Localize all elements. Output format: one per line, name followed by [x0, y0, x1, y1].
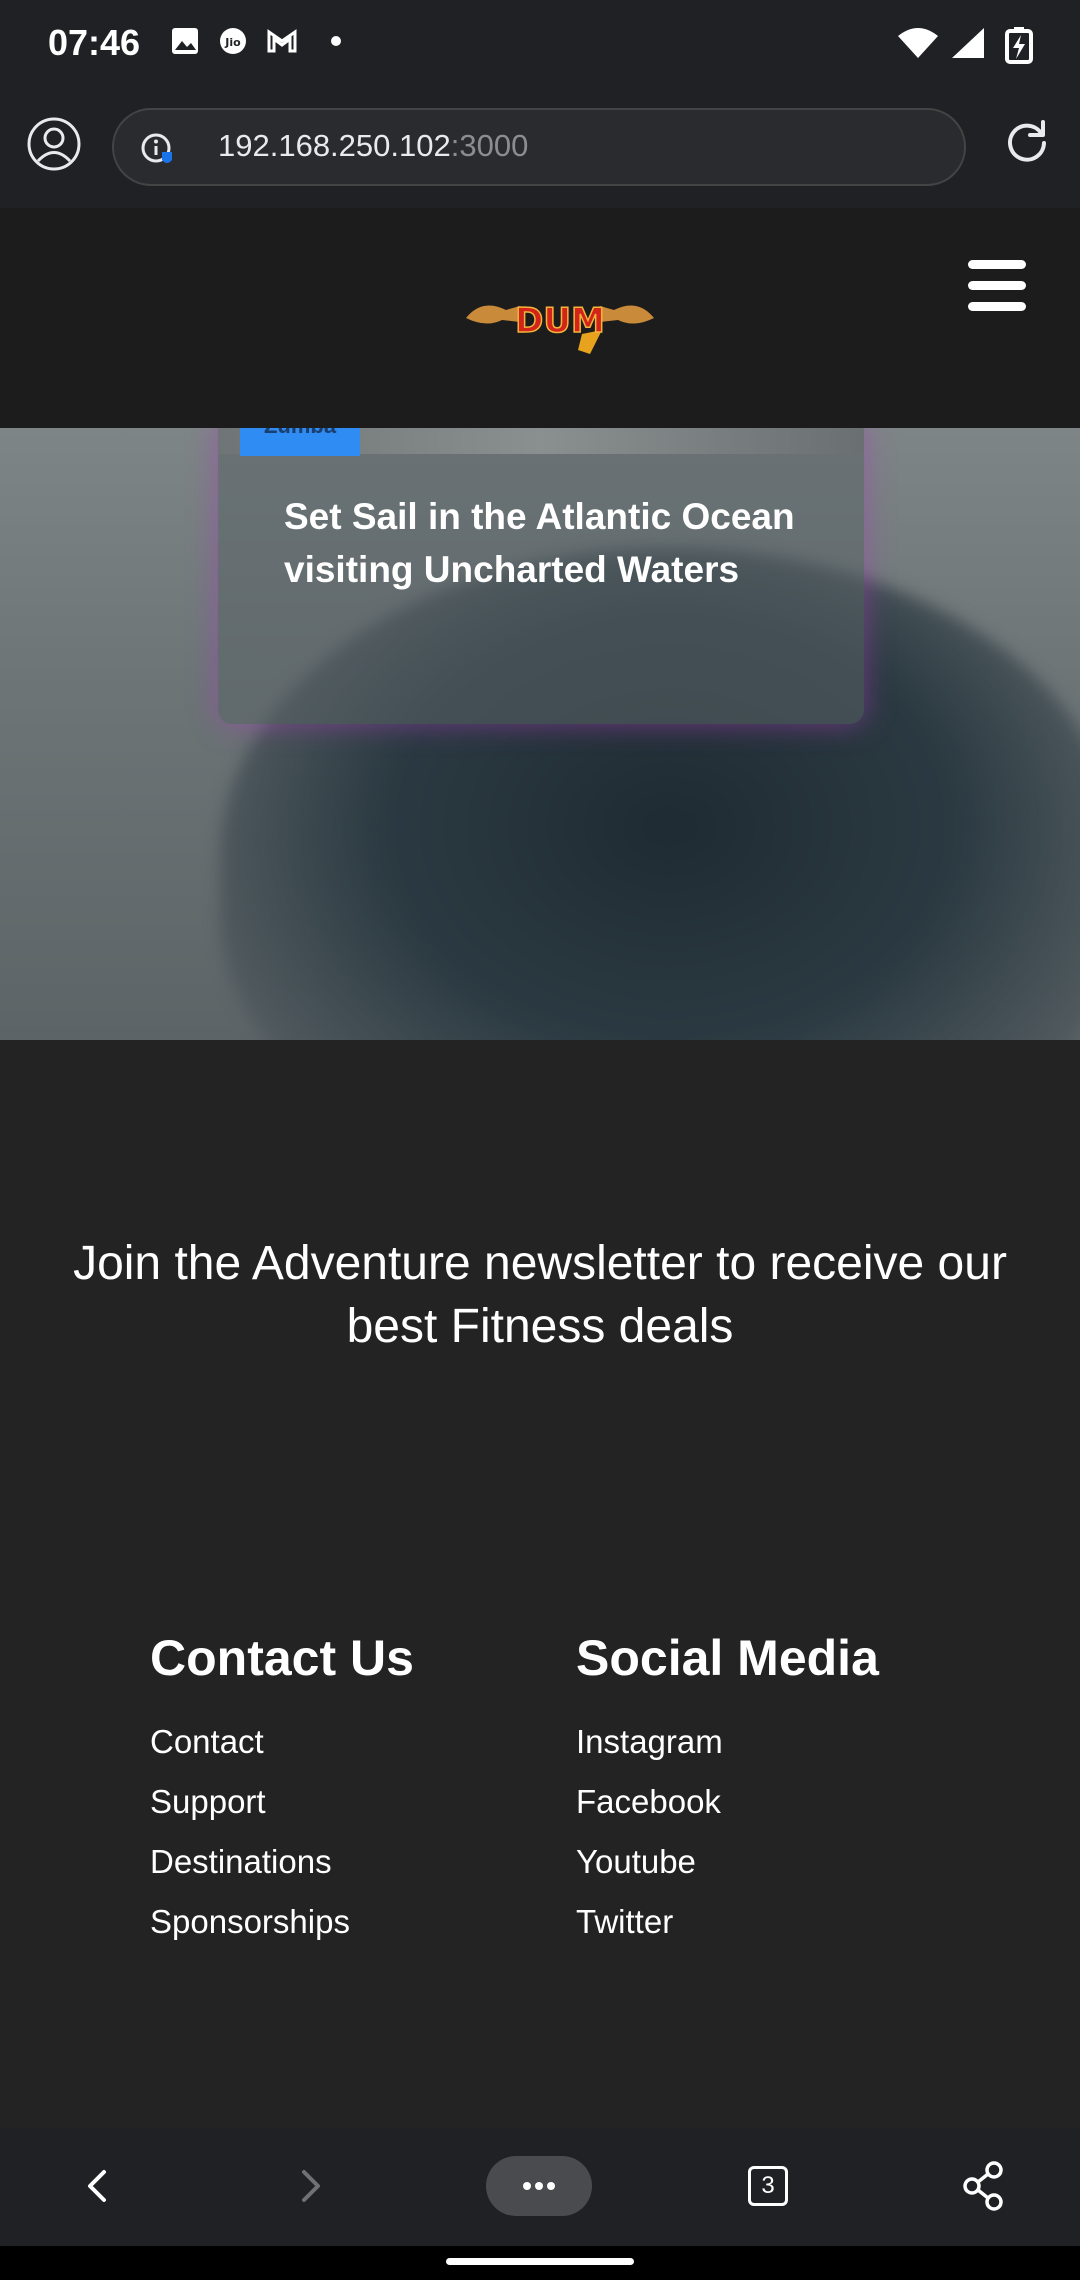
- battery-charging-icon: [1005, 27, 1033, 64]
- hamburger-line: [968, 281, 1026, 290]
- card-category-tag[interactable]: Zumba: [240, 428, 360, 456]
- gesture-handle[interactable]: [446, 2258, 634, 2265]
- forward-icon[interactable]: [292, 2156, 332, 2216]
- footer-link-youtube[interactable]: Youtube: [576, 1832, 879, 1892]
- share-icon[interactable]: [958, 2156, 1010, 2216]
- jio-icon: Jio: [220, 28, 246, 54]
- url-port: :3000: [450, 128, 529, 163]
- footer-link-twitter[interactable]: Twitter: [576, 1892, 879, 1952]
- address-bar[interactable]: 192.168.250.102:3000: [112, 108, 966, 186]
- wifi-icon: [898, 28, 938, 58]
- hamburger-line: [968, 302, 1026, 311]
- footer-contact: Contact Us Contact Support Destinations …: [150, 1628, 414, 1952]
- hamburger-line: [968, 260, 1026, 269]
- url-host: 192.168.250.102: [218, 128, 451, 163]
- footer-link-instagram[interactable]: Instagram: [576, 1712, 879, 1772]
- logo-text: DUM: [515, 301, 605, 341]
- site-info-icon[interactable]: [138, 130, 178, 170]
- browser-bottom-nav: 3: [0, 2128, 1080, 2246]
- footer-link-contact[interactable]: Contact: [150, 1712, 414, 1772]
- footer-link-facebook[interactable]: Facebook: [576, 1772, 879, 1832]
- more-dots-icon: [523, 2182, 555, 2190]
- browser-toolbar: 192.168.250.102:3000: [0, 90, 1080, 208]
- gesture-area: [0, 2246, 1080, 2280]
- footer-social-heading: Social Media: [576, 1630, 879, 1686]
- footer-link-destinations[interactable]: Destinations: [150, 1832, 414, 1892]
- gmail-icon: [267, 29, 297, 53]
- status-time: 07:46: [48, 22, 141, 63]
- site-header: DUM: [0, 208, 1080, 428]
- signal-icon: [952, 28, 984, 58]
- footer-link-support[interactable]: Support: [150, 1772, 414, 1832]
- back-icon[interactable]: [76, 2156, 116, 2216]
- gallery-icon: [172, 28, 198, 54]
- card-title[interactable]: Set Sail in the Atlantic Ocean visiting …: [284, 490, 804, 596]
- footer-social: Social Media Instagram Facebook Youtube …: [576, 1628, 879, 1952]
- article-card[interactable]: Zumba Set Sail in the Atlantic Ocean vis…: [218, 428, 864, 724]
- more-menu-button[interactable]: [486, 2156, 592, 2216]
- url-text[interactable]: 192.168.250.102:3000: [218, 128, 528, 164]
- newsletter-text: Join the Adventure newsletter to receive…: [73, 1237, 1007, 1353]
- footer-contact-heading: Contact Us: [150, 1630, 414, 1686]
- footer-link-sponsorships[interactable]: Sponsorships: [150, 1892, 414, 1952]
- hero-section: Zumba Set Sail in the Atlantic Ocean vis…: [0, 428, 1080, 1040]
- site-logo[interactable]: DUM: [462, 284, 658, 364]
- dot-icon: [331, 36, 341, 46]
- status-bar: 07:46 Jio: [0, 0, 1080, 90]
- hamburger-menu-icon[interactable]: [968, 260, 1026, 312]
- profile-icon[interactable]: [26, 116, 82, 172]
- svg-text:Jio: Jio: [224, 36, 241, 49]
- reload-icon[interactable]: [1002, 116, 1052, 166]
- tabs-button[interactable]: 3: [748, 2166, 788, 2206]
